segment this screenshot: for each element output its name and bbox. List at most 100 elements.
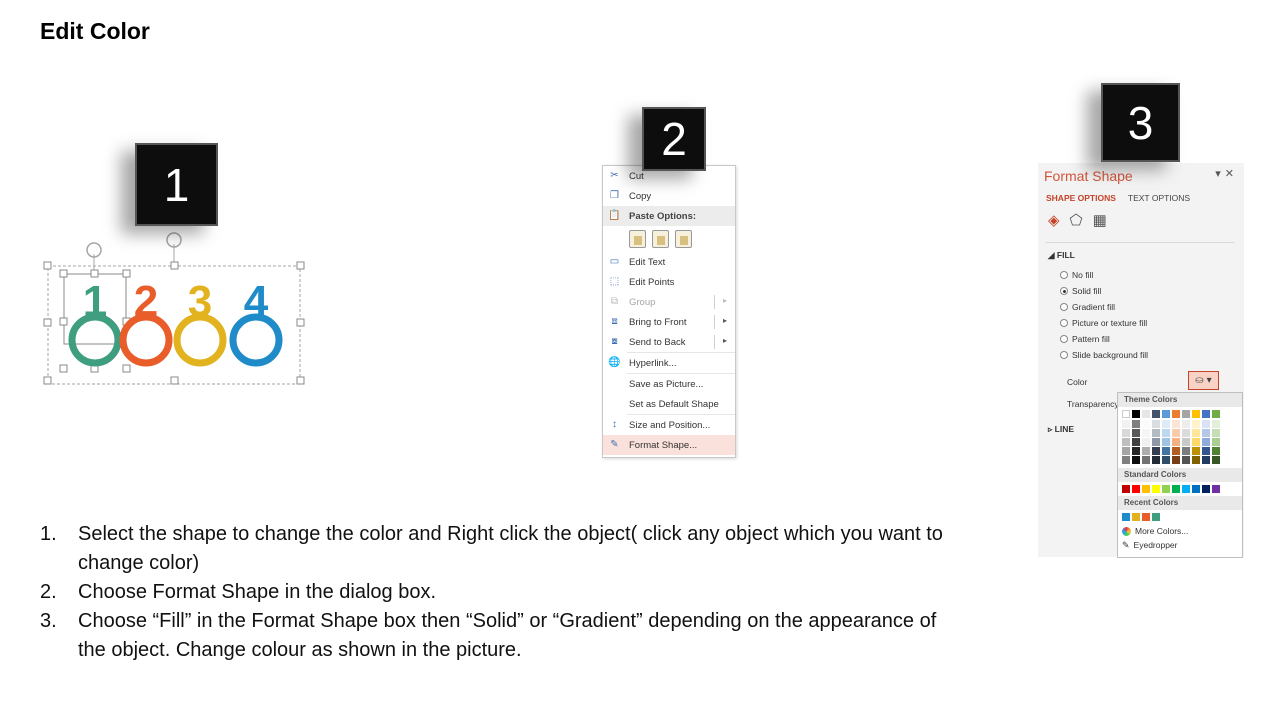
standard-color-swatch[interactable] <box>1122 485 1130 493</box>
shade-swatch[interactable] <box>1122 438 1130 446</box>
fill-section-header[interactable]: ◢ FILL <box>1048 250 1075 261</box>
theme-color-swatch[interactable] <box>1202 410 1210 418</box>
shade-swatch[interactable] <box>1192 438 1200 446</box>
theme-color-swatch[interactable] <box>1212 410 1220 418</box>
shade-swatch[interactable] <box>1212 438 1220 446</box>
radio-pattern-fill[interactable]: Pattern fill <box>1060 334 1110 344</box>
shade-swatch[interactable] <box>1202 420 1210 428</box>
tab-text-options[interactable]: TEXT OPTIONS <box>1128 193 1190 203</box>
standard-color-swatch[interactable] <box>1132 485 1140 493</box>
color-dropdown-button[interactable]: ⛀ ▾ <box>1188 371 1219 390</box>
shade-swatch[interactable] <box>1162 420 1170 428</box>
more-colors-link[interactable]: More Colors... <box>1118 524 1242 538</box>
menu-item-copy[interactable]: ❐ Copy <box>603 186 735 206</box>
theme-color-swatch[interactable] <box>1192 410 1200 418</box>
recent-color-swatch[interactable] <box>1132 513 1140 521</box>
shade-swatch[interactable] <box>1152 420 1160 428</box>
shade-swatch[interactable] <box>1182 438 1190 446</box>
shade-swatch[interactable] <box>1192 447 1200 455</box>
shade-swatch[interactable] <box>1182 456 1190 464</box>
shade-swatch[interactable] <box>1172 420 1180 428</box>
shade-swatch[interactable] <box>1172 429 1180 437</box>
effects-pentagon-icon[interactable]: ⬠ <box>1070 211 1083 229</box>
numbered-shape-preview[interactable]: 1234 <box>40 230 310 390</box>
shade-swatch[interactable] <box>1132 438 1140 446</box>
theme-color-swatch[interactable] <box>1182 410 1190 418</box>
pane-controls[interactable]: ▾✕ <box>1215 167 1238 180</box>
shade-swatch[interactable] <box>1182 429 1190 437</box>
menu-item-bring-to-front[interactable]: ⧈ Bring to Front ▸ <box>603 312 735 332</box>
radio-gradient-fill[interactable]: Gradient fill <box>1060 302 1115 312</box>
shade-swatch[interactable] <box>1142 438 1150 446</box>
radio-no-fill[interactable]: No fill <box>1060 270 1093 280</box>
shade-swatch[interactable] <box>1132 456 1140 464</box>
paste-merge-formatting-icon[interactable] <box>652 230 669 248</box>
theme-color-swatch[interactable] <box>1132 410 1140 418</box>
menu-item-edit-text[interactable]: ▭ Edit Text <box>603 252 735 272</box>
menu-item-set-as-default-shape[interactable]: Set as Default Shape <box>603 394 735 414</box>
menu-item-group[interactable]: ⧉ Group ▸ <box>603 292 735 312</box>
paste-keep-formatting-icon[interactable] <box>629 230 646 248</box>
radio-slide-background-fill[interactable]: Slide background fill <box>1060 350 1148 360</box>
menu-item-edit-points[interactable]: ⬚ Edit Points <box>603 272 735 292</box>
shade-swatch[interactable] <box>1172 447 1180 455</box>
shade-swatch[interactable] <box>1142 447 1150 455</box>
shade-swatch[interactable] <box>1122 456 1130 464</box>
shade-swatch[interactable] <box>1132 429 1140 437</box>
shade-swatch[interactable] <box>1162 438 1170 446</box>
shade-swatch[interactable] <box>1152 438 1160 446</box>
theme-color-swatch[interactable] <box>1122 410 1130 418</box>
shade-swatch[interactable] <box>1192 456 1200 464</box>
shade-swatch[interactable] <box>1132 447 1140 455</box>
recent-color-swatch[interactable] <box>1142 513 1150 521</box>
shade-swatch[interactable] <box>1162 456 1170 464</box>
shade-swatch[interactable] <box>1202 429 1210 437</box>
shade-swatch[interactable] <box>1152 429 1160 437</box>
theme-color-swatch[interactable] <box>1152 410 1160 418</box>
radio-solid-fill[interactable]: Solid fill <box>1060 286 1101 296</box>
standard-color-swatch[interactable] <box>1142 485 1150 493</box>
shade-swatch[interactable] <box>1212 456 1220 464</box>
shade-swatch[interactable] <box>1192 420 1200 428</box>
theme-color-swatch[interactable] <box>1162 410 1170 418</box>
standard-color-swatch[interactable] <box>1192 485 1200 493</box>
shade-swatch[interactable] <box>1142 456 1150 464</box>
line-section-header[interactable]: ▹ LINE <box>1048 424 1074 435</box>
tab-shape-options[interactable]: SHAPE OPTIONS <box>1046 193 1116 203</box>
shade-swatch[interactable] <box>1182 447 1190 455</box>
shade-swatch[interactable] <box>1202 438 1210 446</box>
menu-item-save-as-picture[interactable]: Save as Picture... <box>603 374 735 394</box>
shade-swatch[interactable] <box>1152 447 1160 455</box>
shade-swatch[interactable] <box>1212 429 1220 437</box>
shade-swatch[interactable] <box>1132 420 1140 428</box>
shade-swatch[interactable] <box>1172 438 1180 446</box>
menu-item-send-to-back[interactable]: ⧇ Send to Back ▸ <box>603 332 735 352</box>
radio-picture-fill[interactable]: Picture or texture fill <box>1060 318 1147 328</box>
standard-color-swatch[interactable] <box>1182 485 1190 493</box>
shade-swatch[interactable] <box>1152 456 1160 464</box>
shade-swatch[interactable] <box>1162 429 1170 437</box>
shade-swatch[interactable] <box>1202 456 1210 464</box>
shade-swatch[interactable] <box>1142 429 1150 437</box>
shade-swatch[interactable] <box>1122 429 1130 437</box>
shade-swatch[interactable] <box>1212 447 1220 455</box>
shade-swatch[interactable] <box>1212 420 1220 428</box>
shade-swatch[interactable] <box>1122 447 1130 455</box>
menu-item-size-and-position[interactable]: ↕ Size and Position... <box>603 415 735 435</box>
shade-swatch[interactable] <box>1182 420 1190 428</box>
shade-swatch[interactable] <box>1172 456 1180 464</box>
paste-picture-icon[interactable] <box>675 230 692 248</box>
shade-swatch[interactable] <box>1142 420 1150 428</box>
theme-color-swatch[interactable] <box>1172 410 1180 418</box>
recent-color-swatch[interactable] <box>1152 513 1160 521</box>
standard-color-swatch[interactable] <box>1212 485 1220 493</box>
recent-color-swatch[interactable] <box>1122 513 1130 521</box>
shade-swatch[interactable] <box>1162 447 1170 455</box>
shade-swatch[interactable] <box>1202 447 1210 455</box>
standard-color-swatch[interactable] <box>1162 485 1170 493</box>
shade-swatch[interactable] <box>1192 429 1200 437</box>
size-properties-icon[interactable]: ▦ <box>1093 211 1107 229</box>
menu-item-hyperlink[interactable]: 🌐 Hyperlink... <box>603 353 735 373</box>
eyedropper-link[interactable]: ✎ Eyedropper <box>1118 538 1242 552</box>
theme-color-swatch[interactable] <box>1142 410 1150 418</box>
